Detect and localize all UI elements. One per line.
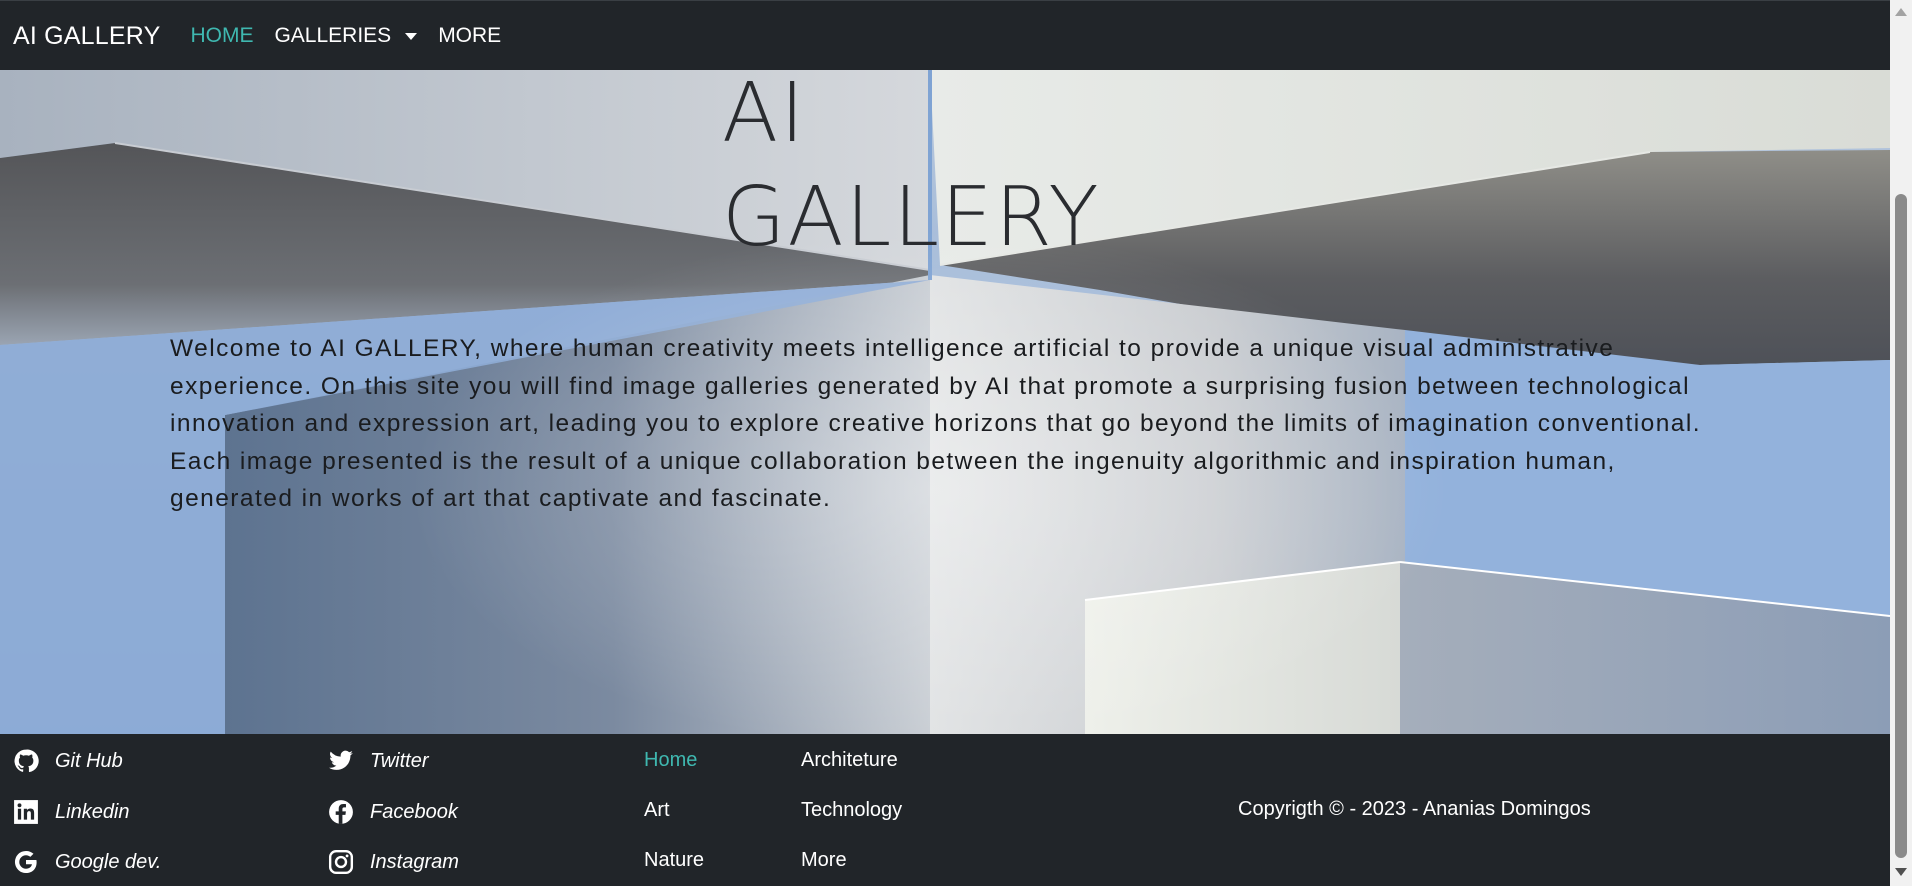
footer-link-architeture[interactable]: Architeture [801,749,898,772]
github-icon [14,749,39,773]
page-title-line-2: GALLERY [722,170,1101,265]
chevron-down-icon [405,32,418,40]
page-title: AI GALLERY [722,70,1101,270]
footer-link-technology[interactable]: Technology [801,799,902,822]
nav-more[interactable]: MORE [438,24,501,48]
social-link-google-dev[interactable]: Google dev. [13,849,161,875]
social-link-instagram[interactable]: Instagram [328,849,459,875]
navbar: AI GALLERY HOME GALLERIES MORE [0,0,1890,71]
nav-galleries-label: GALLERIES [274,24,392,47]
vertical-scrollbar[interactable] [1890,0,1912,886]
social-label-instagram: Instagram [370,850,459,873]
intro-paragraph: Welcome to AI GALLERY, where human creat… [170,335,1702,512]
google-icon [14,850,37,874]
footer-link-more[interactable]: More [801,849,847,872]
social-link-twitter[interactable]: Twitter [328,748,429,774]
social-link-facebook[interactable]: Facebook [328,799,458,825]
social-link-github[interactable]: Git Hub [13,748,123,774]
instagram-icon [328,849,354,875]
nav-galleries-dropdown[interactable]: GALLERIES [274,24,418,48]
linkedin-icon [14,800,38,824]
social-label-google-dev: Google dev. [55,850,162,873]
social-label-twitter: Twitter [370,749,429,772]
scroll-down-arrow-icon[interactable] [1895,868,1907,876]
scroll-up-arrow-icon[interactable] [1895,8,1907,16]
social-label-linkedin: Linkedin [55,800,130,823]
hero-section: AI GALLERY Welcome to AI GALLERY, where … [0,70,1890,734]
copyright-text: Copyrigth © - 2023 - Ananias Domingos [1238,798,1591,820]
footer: Git Hub Linkedin Google dev. Twitter Fac… [0,734,1890,886]
nav-home[interactable]: HOME [190,24,253,48]
facebook-icon [329,800,353,824]
social-label-facebook: Facebook [370,800,458,823]
footer-link-nature[interactable]: Nature [644,849,704,872]
social-label-github: Git Hub [55,749,123,772]
page-title-line-1: AI [722,70,807,161]
footer-link-home[interactable]: Home [644,749,697,772]
twitter-icon [329,750,353,770]
footer-link-art[interactable]: Art [644,799,670,822]
social-link-linkedin[interactable]: Linkedin [13,799,130,825]
scrollbar-thumb[interactable] [1895,194,1907,858]
brand-logo[interactable]: AI GALLERY [13,22,160,51]
